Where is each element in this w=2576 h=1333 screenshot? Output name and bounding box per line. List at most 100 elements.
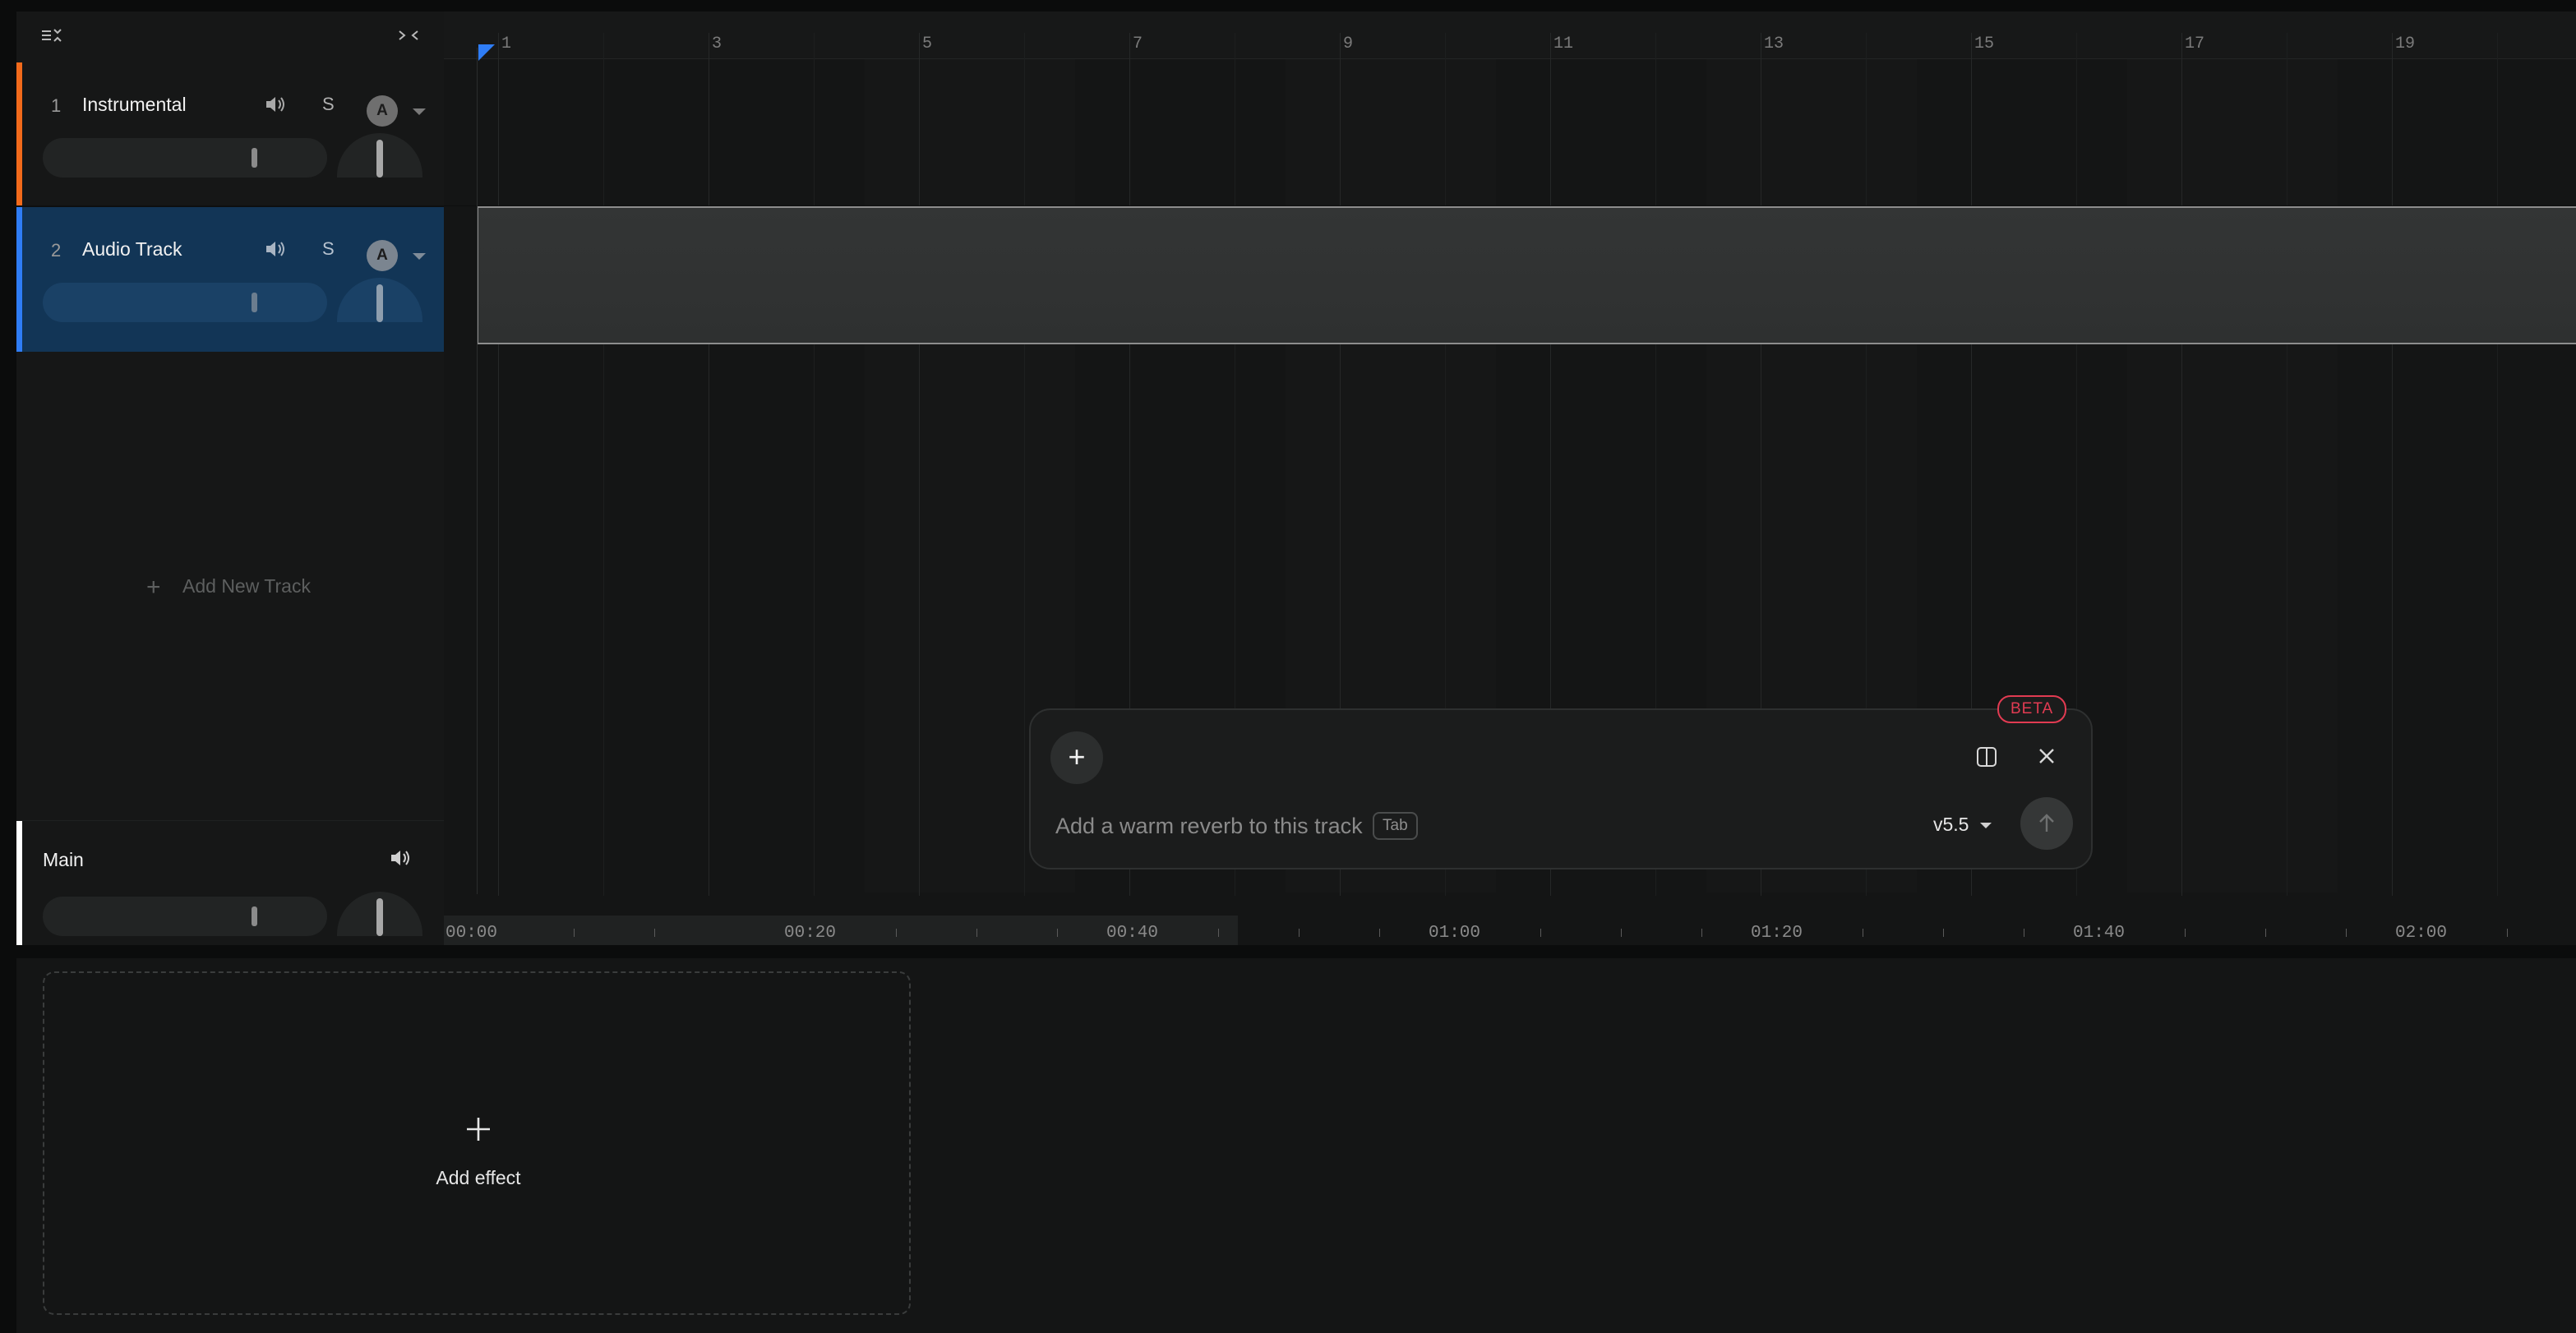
time-label: 01:00 (1429, 924, 1481, 943)
track-color-stripe (16, 821, 22, 945)
time-label: 01:40 (2073, 924, 2126, 943)
grid-line (603, 33, 604, 896)
volume-fader-knob[interactable] (252, 293, 257, 312)
collapse-panel-icon[interactable] (396, 26, 421, 44)
bar-label: 1 (501, 35, 512, 53)
track-name[interactable]: Instrumental (82, 94, 187, 116)
volume-fader[interactable] (43, 897, 327, 936)
bar-label: 15 (1974, 35, 1995, 53)
bar-label: 13 (1764, 35, 1784, 53)
pan-knob[interactable] (337, 892, 422, 936)
automation-button[interactable]: A (367, 95, 398, 127)
track-color-stripe (16, 207, 22, 352)
speaker-icon[interactable] (261, 90, 289, 118)
time-tick (2185, 929, 2186, 937)
bar-label: 17 (2185, 35, 2205, 53)
speaker-icon[interactable] (386, 844, 414, 872)
main-track-name: Main (43, 849, 84, 870)
collapse-list-icon[interactable] (39, 26, 64, 44)
beta-badge: BETA (1997, 695, 2067, 723)
time-tick (1540, 929, 1541, 937)
time-tick (1057, 929, 1058, 937)
send-button[interactable] (2020, 797, 2073, 850)
track-name[interactable]: Audio Track (82, 238, 182, 261)
solo-button[interactable]: S (322, 94, 335, 115)
volume-fader[interactable] (43, 138, 327, 178)
grid-line (1024, 33, 1025, 896)
time-tick (976, 929, 977, 937)
pan-knob-needle (376, 898, 383, 936)
close-icon[interactable] (2035, 745, 2058, 768)
time-label: 00:20 (784, 924, 837, 943)
effects-panel: Add effect (16, 958, 2576, 1333)
volume-fader[interactable] (43, 283, 327, 322)
time-label: 00:00 (445, 924, 498, 943)
tab-key-hint: Tab (1373, 812, 1418, 840)
model-version-label: v5.5 (1933, 814, 1969, 835)
chevron-down-icon[interactable] (413, 253, 426, 260)
time-tick (1943, 929, 1944, 937)
model-version-select[interactable]: v5.5 (1933, 814, 1992, 836)
bar-shade (444, 12, 654, 893)
prompt-input[interactable] (1055, 812, 1368, 840)
bar-label: 5 (922, 35, 933, 53)
split-view-icon[interactable] (1976, 746, 1997, 768)
solo-button[interactable]: S (322, 238, 335, 260)
time-label: 02:00 (2395, 924, 2448, 943)
time-tick (1299, 929, 1300, 937)
track-headers-column: 1 Instrumental S A 2 Audio Track S A + A… (16, 12, 444, 945)
track-header-1[interactable]: 1 Instrumental S A (16, 62, 444, 207)
time-tick (2346, 929, 2347, 937)
time-tick (1218, 929, 1219, 937)
pan-knob-needle (376, 140, 383, 178)
pan-knob-needle (376, 284, 383, 322)
time-tick (896, 929, 897, 937)
grid-line (2181, 33, 2182, 896)
time-label: 01:20 (1751, 924, 1803, 943)
bar-ruler[interactable]: 1 3 5 7 9 11 13 15 17 19 (444, 12, 2576, 59)
bar-label: 19 (2395, 35, 2416, 53)
time-tick (2507, 929, 2508, 937)
playhead-marker[interactable] (478, 44, 495, 61)
track-color-stripe (16, 62, 22, 205)
pan-knob[interactable] (337, 278, 422, 322)
time-tick (1379, 929, 1380, 937)
time-tick (654, 929, 655, 937)
time-ruler[interactable]: 00:00 00:20 00:40 01:00 01:20 01:40 02:0… (444, 901, 2576, 945)
main-track-header[interactable]: Main (16, 820, 444, 945)
grid-line (814, 33, 815, 896)
chevron-down-icon (1980, 823, 1992, 829)
grid-line (2392, 33, 2393, 896)
speaker-icon[interactable] (261, 235, 289, 263)
playhead-line (477, 48, 478, 894)
time-tick (574, 929, 575, 937)
plus-icon (455, 1111, 501, 1154)
time-tick (1701, 929, 1702, 937)
bar-label: 9 (1343, 35, 1354, 53)
bar-label: 7 (1133, 35, 1143, 53)
time-tick (1621, 929, 1622, 937)
time-tick (2265, 929, 2266, 937)
add-attachment-button[interactable]: + (1050, 731, 1103, 784)
arrow-up-icon (2039, 814, 2054, 832)
add-effect-label: Add effect (436, 1167, 521, 1188)
track-header-2[interactable]: 2 Audio Track S A (16, 207, 444, 352)
automation-button[interactable]: A (367, 240, 398, 271)
volume-fader-knob[interactable] (252, 906, 257, 926)
bar-shade (2127, 12, 2338, 893)
chevron-down-icon[interactable] (413, 108, 426, 115)
plus-icon: + (146, 574, 161, 601)
header-toolbar (16, 12, 444, 59)
audio-region[interactable] (477, 206, 2576, 344)
time-label: 00:40 (1106, 924, 1159, 943)
grid-line (498, 33, 499, 896)
daw-app: 1 Instrumental S A 2 Audio Track S A + A… (0, 0, 2576, 1333)
track-number: 2 (51, 240, 62, 261)
bar-label: 3 (712, 35, 722, 53)
grid-line (2497, 33, 2498, 896)
add-effect-button[interactable]: Add effect (43, 971, 911, 1315)
add-new-track-label: Add New Track (182, 575, 311, 597)
add-new-track-button[interactable]: + Add New Track (146, 574, 311, 602)
volume-fader-knob[interactable] (252, 148, 257, 168)
pan-knob[interactable] (337, 133, 422, 178)
